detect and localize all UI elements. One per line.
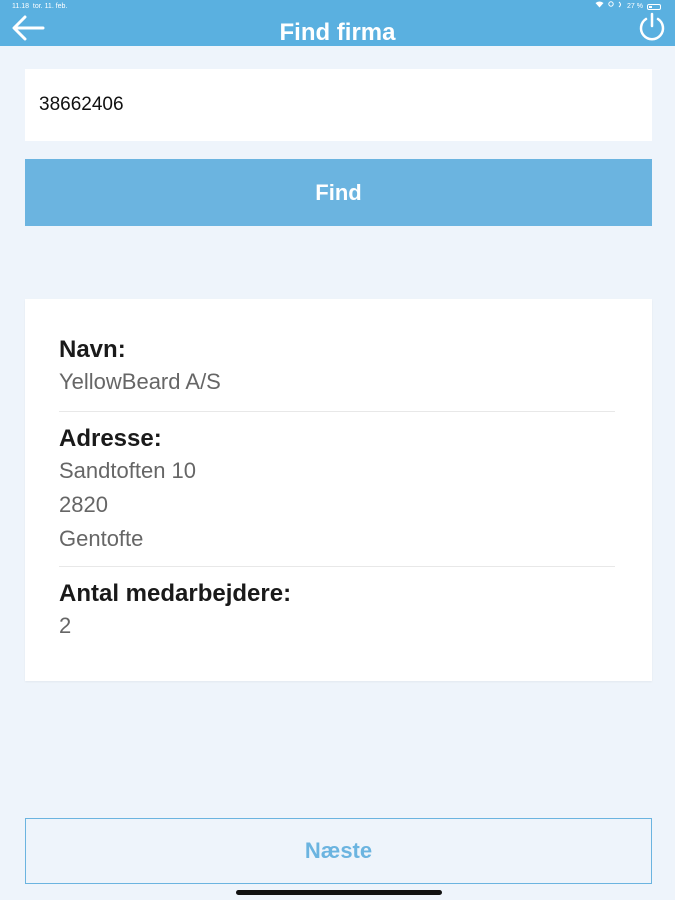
moon-icon [618,0,623,14]
divider [59,411,615,412]
logout-button[interactable] [635,12,669,46]
location-icon [608,0,614,14]
company-name-label: Navn: [59,336,126,363]
divider [59,566,615,567]
company-address-label: Adresse: [59,425,162,452]
address-line-street: Sandtoften 10 [59,458,197,483]
employees-label: Antal medarbejdere: [59,580,292,607]
home-indicator [236,890,442,895]
address-line-postcode: 2820 [59,492,108,517]
status-date: tor. 11. feb. [32,3,68,10]
company-name-section: Navn: YellowBeard A/S [59,335,615,399]
battery-icon [647,4,661,10]
employees-value: 2 [59,613,72,638]
company-name-value: YellowBeard A/S [59,369,221,394]
cvr-search-input[interactable] [25,69,652,141]
next-button[interactable]: Næste [25,818,652,884]
app-header: 11.18 tor. 11. feb. 27 % Find firma [0,0,675,46]
power-icon [637,12,667,47]
find-button[interactable]: Find [25,159,652,226]
battery-level [649,6,652,8]
company-employees-section: Antal medarbejdere: 2 [59,579,615,643]
company-info-card: Navn: YellowBeard A/S Adresse: Sandtofte… [25,299,652,681]
company-address-section: Adresse: Sandtoften 10 2820 Gentofte [59,424,615,556]
status-time: 11.18 [12,3,29,10]
status-time-date: 11.18 tor. 11. feb. [12,0,67,14]
status-bar: 11.18 tor. 11. feb. 27 % [0,0,675,14]
address-line-city: Gentofte [59,526,144,551]
wifi-icon [595,0,604,14]
page-title: Find firma [279,19,396,46]
